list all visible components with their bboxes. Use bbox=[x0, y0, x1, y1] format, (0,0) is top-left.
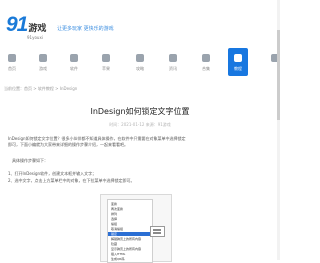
menu-item-highlighted: 锁定 bbox=[108, 232, 152, 236]
news-icon bbox=[169, 54, 177, 62]
menu-item: 变换 bbox=[111, 202, 118, 206]
nav-item-tutorials[interactable]: 教程 bbox=[228, 48, 248, 76]
submenu-line bbox=[153, 229, 161, 231]
menu-item: 解锁跨页上的所有内容 bbox=[111, 237, 142, 241]
nav-label: 合集 bbox=[202, 66, 210, 71]
book-icon bbox=[136, 54, 144, 62]
logo-number: 91 bbox=[6, 13, 28, 36]
nav-item-apple[interactable]: 苹果 bbox=[96, 48, 116, 76]
collection-icon bbox=[202, 54, 210, 62]
menu-item: 选择 bbox=[111, 217, 118, 221]
nav-label: 首页 bbox=[8, 66, 16, 71]
breadcrumb[interactable]: 当前位置：首页 > 软件教程 > InDesign bbox=[4, 86, 77, 92]
menu-item: 排列 bbox=[111, 212, 118, 216]
menu-item: 编组 bbox=[111, 222, 118, 226]
site-slogan: 让更多玩家 更快乐的游戏 bbox=[57, 26, 114, 32]
nav-item-news[interactable]: 资讯 bbox=[163, 48, 183, 76]
main-nav: 首页 游戏 软件 苹果 攻略 资讯 合集 教程 专题 bbox=[0, 46, 280, 78]
nav-item-collection[interactable]: 合集 bbox=[196, 48, 216, 76]
gamepad-icon bbox=[39, 54, 47, 62]
menu-item: 插入HTML bbox=[111, 252, 126, 256]
site-header: 91 游戏 91youxi 让更多玩家 更快乐的游戏 bbox=[0, 0, 280, 44]
article-meta: 时间：2021-01-12 来源：91游戏 bbox=[109, 122, 171, 127]
article-paragraph: 1、打开InDesign软件，创建文本框并输入文字； bbox=[8, 171, 97, 176]
menu-item: 隐藏 bbox=[111, 242, 118, 246]
nav-label: 苹果 bbox=[102, 66, 110, 71]
article-title: InDesign如何锁定文字位置 bbox=[90, 107, 190, 116]
scrollbar-thumb[interactable] bbox=[277, 30, 280, 120]
menu-item: 取消编组 bbox=[111, 227, 124, 231]
grid-icon bbox=[70, 54, 78, 62]
tutorial-icon bbox=[234, 54, 242, 62]
article-paragraph: 2、选中文字，点击上方菜单栏中的对象，在下拉菜单中选择锁定即可。 bbox=[8, 178, 135, 183]
object-menu: 变换 再次变换 排列 选择 编组 取消编组 锁定 解锁跨页上的所有内容 隐藏 显… bbox=[107, 199, 153, 263]
home-icon bbox=[8, 54, 16, 62]
article-screenshot: 变换 再次变换 排列 选择 编组 取消编组 锁定 解锁跨页上的所有内容 隐藏 显… bbox=[100, 194, 172, 263]
article-paragraph: 即可，下面小编就为大家带来详细的操作步骤介绍，一起来看看吧。 bbox=[8, 142, 128, 147]
page-scrollbar[interactable] bbox=[277, 0, 280, 260]
nav-item-software[interactable]: 软件 bbox=[64, 48, 84, 76]
nav-label: 软件 bbox=[70, 66, 78, 71]
nav-label: 资讯 bbox=[169, 66, 177, 71]
nav-label: 游戏 bbox=[39, 66, 47, 71]
article-paragraph: 具体操作步骤如下： bbox=[12, 158, 48, 163]
logo-subtext: 91youxi bbox=[27, 35, 43, 40]
menu-item: 显示跨页上的所有内容 bbox=[111, 247, 142, 251]
apple-icon bbox=[102, 54, 110, 62]
logo-text: 游戏 bbox=[28, 24, 47, 34]
submenu-popup bbox=[150, 226, 165, 237]
menu-item: 生成QR码 bbox=[111, 257, 125, 261]
submenu-line bbox=[153, 232, 161, 234]
nav-item-home[interactable]: 首页 bbox=[2, 48, 22, 76]
menu-item: 再次变换 bbox=[111, 207, 124, 211]
nav-item-games[interactable]: 游戏 bbox=[33, 48, 53, 76]
nav-item-guides[interactable]: 攻略 bbox=[130, 48, 150, 76]
site-logo[interactable]: 91 游戏 91youxi bbox=[6, 13, 47, 40]
nav-label: 攻略 bbox=[136, 66, 144, 71]
nav-label: 教程 bbox=[234, 66, 242, 71]
nav-item-topics[interactable]: 专题 bbox=[270, 48, 279, 76]
